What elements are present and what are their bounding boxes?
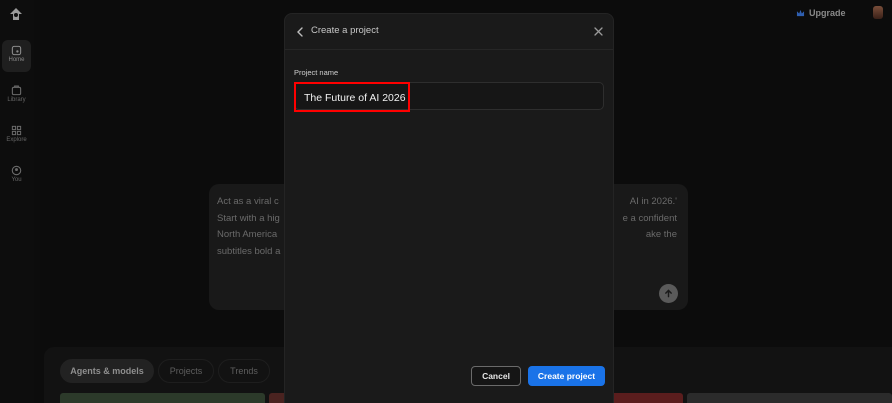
tab-trends[interactable]: Trends (218, 359, 270, 383)
explore-icon (11, 125, 22, 136)
prompt-line: subtitles bold a (217, 245, 281, 257)
sidebar-item-explore[interactable]: Explore (2, 120, 31, 152)
thumbnail[interactable] (60, 393, 265, 403)
thumbnail[interactable] (687, 393, 892, 403)
cancel-button[interactable]: Cancel (471, 366, 521, 386)
arrow-up-icon (665, 289, 672, 298)
crown-icon (796, 9, 805, 17)
chevron-left-icon[interactable] (295, 26, 305, 38)
prompt-line: e a confident (622, 212, 677, 224)
prompt-line: ake the (645, 229, 677, 240)
library-icon (11, 85, 22, 96)
create-project-dialog: Create a project Project name The Future… (284, 13, 614, 403)
sidebar-item-label: You (11, 177, 22, 183)
prompt-line: AI in 2026.' (629, 196, 677, 207)
sidebar-item-label: Library (7, 97, 26, 103)
avatar[interactable] (873, 6, 883, 19)
home-icon (11, 45, 22, 56)
project-name-value[interactable]: The Future of AI 2026 (304, 92, 406, 104)
tab-projects[interactable]: Projects (158, 359, 214, 383)
user-icon (11, 165, 22, 176)
create-project-button[interactable]: Create project (528, 366, 605, 386)
sidebar: Home Library Explore You (0, 0, 34, 403)
dialog-title: Create a project (311, 25, 379, 36)
sidebar-item-you[interactable]: You (2, 160, 31, 192)
send-button[interactable] (659, 284, 678, 303)
app-logo-icon[interactable] (8, 6, 24, 22)
dialog-header: Create a project (285, 14, 613, 50)
prompt-line: Start with a hig (217, 212, 280, 224)
sidebar-item-label: Explore (6, 137, 27, 143)
close-icon[interactable] (593, 26, 604, 37)
tab-agents-models[interactable]: Agents & models (60, 359, 154, 383)
project-name-label: Project name (294, 68, 339, 77)
prompt-line: Act as a viral c (217, 196, 279, 207)
prompt-line: North America (217, 229, 278, 240)
sidebar-item-label: Home (8, 57, 25, 63)
sidebar-item-home[interactable]: Home (2, 40, 31, 72)
upgrade-label: Upgrade (809, 8, 846, 18)
upgrade-button[interactable]: Upgrade (796, 6, 846, 20)
sidebar-item-library[interactable]: Library (2, 80, 31, 112)
